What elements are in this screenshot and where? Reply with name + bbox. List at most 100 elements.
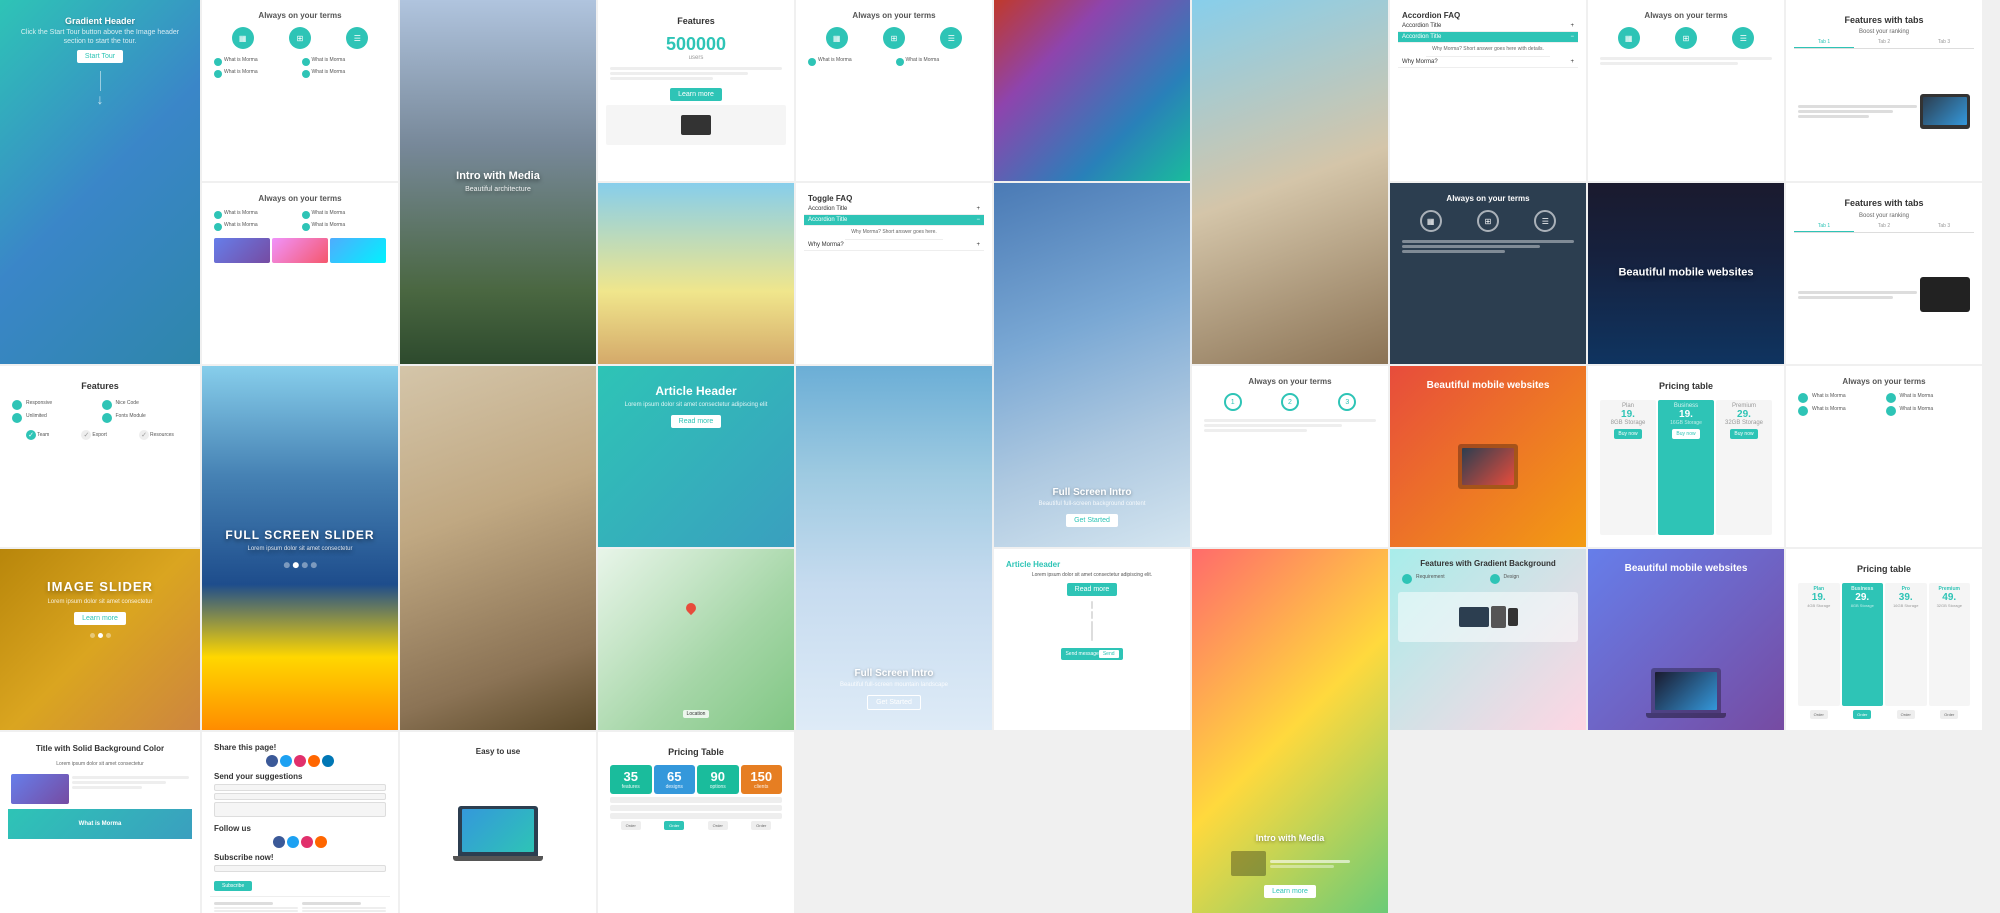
check-icon-3: ✓ xyxy=(139,430,149,440)
counter-num-1: 35 xyxy=(624,769,638,784)
feature-text-2: What is Morma xyxy=(312,57,346,64)
num-circle-3: 3 xyxy=(1338,393,1356,411)
fullscreen-1-btn[interactable]: Get Started xyxy=(1066,514,1118,527)
feat-gr-1: Requirement xyxy=(1402,574,1487,584)
feature-text-1: What is Morma xyxy=(224,57,258,64)
sugg-field-2[interactable] xyxy=(214,793,386,800)
footer-line-5 xyxy=(302,907,386,909)
image-slider-sub: Lorem ipsum dolor sit amet consectetur xyxy=(39,598,160,606)
dot-s-1 xyxy=(1798,393,1808,403)
tab-2[interactable]: Tab 2 xyxy=(1854,37,1914,48)
share-facebook-icon[interactable] xyxy=(266,755,278,767)
sugg-textarea[interactable] xyxy=(214,802,386,817)
p4-btn-4[interactable]: Order xyxy=(1940,710,1958,719)
intro-media-colorful-btn[interactable]: Learn more xyxy=(1264,885,1316,898)
image-slider-btn[interactable]: Learn more xyxy=(74,612,126,625)
pricing-3col-title: Pricing table xyxy=(1656,378,1716,394)
features-grid-white: What is Morma What is Morma xyxy=(804,53,984,70)
toggle-item-open[interactable]: Accordion Title − xyxy=(804,215,984,226)
pt-btn-3[interactable]: Order xyxy=(708,821,728,830)
plan-1-btn[interactable]: Buy now xyxy=(1614,429,1641,439)
share-twitter-icon[interactable] xyxy=(280,755,292,767)
laptop-mock xyxy=(1646,668,1726,718)
toggle-item-1[interactable]: Accordion Title + xyxy=(804,204,984,215)
subscribe-btn[interactable]: Subscribe xyxy=(214,881,252,891)
subscribe-form: Subscribe xyxy=(210,863,390,894)
form-textarea[interactable] xyxy=(1091,621,1093,641)
pricing-4-cols: Plan 19. 4GB Storage Business 29. 8GB St… xyxy=(1794,579,1974,710)
dot-g-2 xyxy=(302,211,310,219)
plan-2-btn[interactable]: Buy now xyxy=(1672,429,1699,439)
mini-img-row-2 xyxy=(1879,420,1890,446)
accordion-item-open[interactable]: Accordion Title − xyxy=(1398,32,1578,43)
follow-rss-icon[interactable] xyxy=(315,836,327,848)
tab-1[interactable]: Tab 1 xyxy=(1794,37,1854,48)
feature-dot-w-1 xyxy=(808,58,816,66)
plan-2-price: 19. xyxy=(1679,409,1693,420)
feat-gr-2: Design xyxy=(1490,574,1575,584)
subscribe-email-field[interactable] xyxy=(214,865,386,872)
form-field-1[interactable] xyxy=(1091,601,1093,609)
tabs-row-2: Tab 1 Tab 2 Tab 3 xyxy=(1794,221,1974,233)
p4-btn-2[interactable]: Order xyxy=(1853,710,1871,719)
toggle-arrow-1: + xyxy=(976,206,980,212)
article-header-sub: Lorem ipsum dolor sit amet consectetur a… xyxy=(619,401,774,409)
feature-w-2: What is Morma xyxy=(896,57,981,66)
fullscreen-2-btn[interactable]: Get Started xyxy=(867,695,921,710)
pt-btn-1[interactable]: Order xyxy=(621,821,641,830)
follow-twitter-icon[interactable] xyxy=(287,836,299,848)
form-send-btn[interactable]: Send xyxy=(1099,650,1119,658)
grad-device-tablet xyxy=(1491,606,1506,628)
numbered-steps-card: Always on your terms 1 2 3 xyxy=(1192,366,1388,547)
accordion-item-1[interactable]: Accordion Title + xyxy=(1398,21,1578,32)
counter-box-1: 35 features xyxy=(610,765,652,794)
toggle-item-2[interactable]: Why Morma? + xyxy=(804,240,984,251)
intro-with-media-title: Intro with Media xyxy=(410,170,586,182)
article-header-btn[interactable]: Read more xyxy=(671,415,722,428)
icon-phone: ☰ xyxy=(346,27,368,49)
features-tabs-2-card: Features with tabs Boost your ranking Ta… xyxy=(1786,183,1982,364)
tab-3[interactable]: Tab 3 xyxy=(1914,37,1974,48)
mini-img-1 xyxy=(214,238,270,263)
follow-facebook-icon[interactable] xyxy=(273,836,285,848)
features-tabs-title: Features with tabs xyxy=(1840,12,1927,27)
p4-btn-1[interactable]: Order xyxy=(1810,710,1828,719)
share-linkedin-icon[interactable] xyxy=(322,755,334,767)
check-item-2: ✓ Export xyxy=(81,430,106,440)
p4-4-info: 32GB Storage xyxy=(1937,603,1962,608)
icon-w-tablet: ⊞ xyxy=(883,27,905,49)
start-tour-btn-1[interactable]: Start Tour xyxy=(77,50,123,63)
plan-2-storage: 16GB Storage xyxy=(1670,420,1702,426)
plan-col-2: Business 19. 16GB Storage Buy now xyxy=(1658,400,1714,535)
pt-btn-2[interactable]: Order xyxy=(664,821,684,830)
p4-3-price: 39. xyxy=(1899,592,1913,603)
dot-2c-1 xyxy=(12,400,22,410)
plan-3-btn[interactable]: Buy now xyxy=(1730,429,1757,439)
p4-btn-3[interactable]: Order xyxy=(1897,710,1915,719)
follow-instagram-icon[interactable] xyxy=(301,836,313,848)
fullscreen-2-overlay: Full Screen Intro Beautiful full-screen … xyxy=(796,668,992,710)
intro-media-colorful-card: Intro with Media Learn more xyxy=(1192,549,1388,913)
follow-social-row xyxy=(269,834,331,850)
dot-s-3 xyxy=(1798,406,1808,416)
tab2-3[interactable]: Tab 3 xyxy=(1914,221,1974,232)
share-instagram-icon[interactable] xyxy=(294,755,306,767)
pt-btn-4[interactable]: Order xyxy=(751,821,771,830)
features-cta-btn[interactable]: Learn more xyxy=(670,88,722,101)
feat-g-1: What is Morma xyxy=(214,210,299,219)
text-2c-4: Fonts Module xyxy=(114,413,146,419)
toggle-label-2: Why Morma? xyxy=(808,242,844,248)
solid-bottom-banner: What is Morma xyxy=(8,809,192,839)
fullscreen-slider-sub: Lorem ipsum dolor sit amet consectetur xyxy=(212,546,388,554)
tab2-2[interactable]: Tab 2 xyxy=(1854,221,1914,232)
article-form-btn[interactable]: Read more xyxy=(1067,583,1118,596)
form-field-2[interactable] xyxy=(1091,611,1093,619)
solid-img-1 xyxy=(11,774,69,804)
sugg-field-1[interactable] xyxy=(214,784,386,791)
share-rss-icon[interactable] xyxy=(308,755,320,767)
share-card: Share this page! Send your suggestions F… xyxy=(202,732,398,913)
features-stats-title: Features xyxy=(673,12,719,30)
feature-text-w-2: What is Morma xyxy=(906,57,940,64)
tab2-1[interactable]: Tab 1 xyxy=(1794,221,1854,232)
accordion-item-2[interactable]: Why Morma? + xyxy=(1398,57,1578,68)
